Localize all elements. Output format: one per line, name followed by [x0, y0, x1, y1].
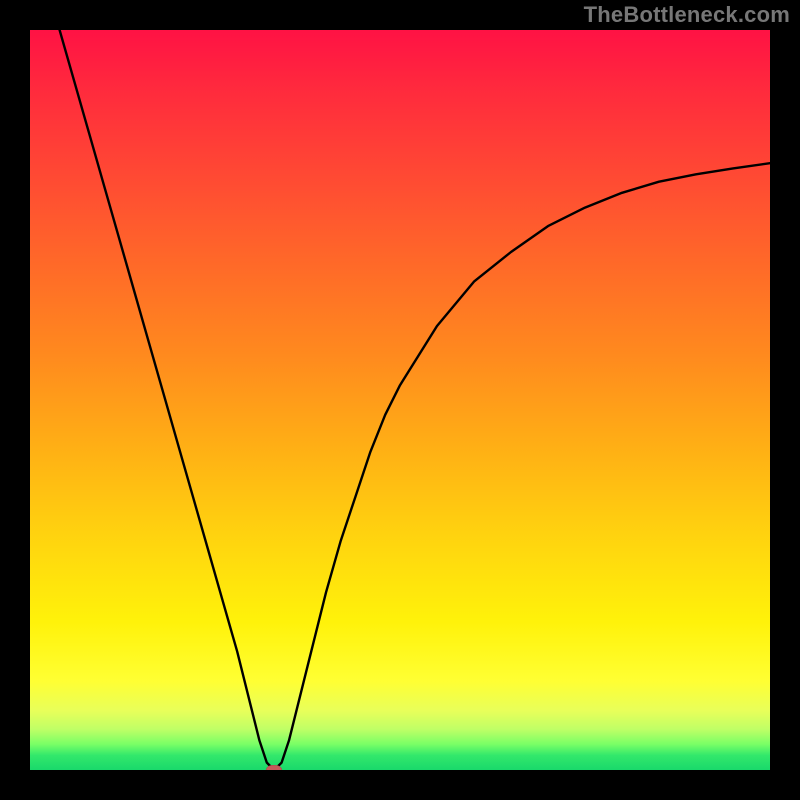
watermark-text: TheBottleneck.com — [584, 2, 790, 28]
bottleneck-curve — [60, 30, 770, 770]
chart-frame: TheBottleneck.com — [0, 0, 800, 800]
plot-area — [30, 30, 770, 770]
curve-svg — [30, 30, 770, 770]
optimum-marker — [266, 765, 282, 770]
